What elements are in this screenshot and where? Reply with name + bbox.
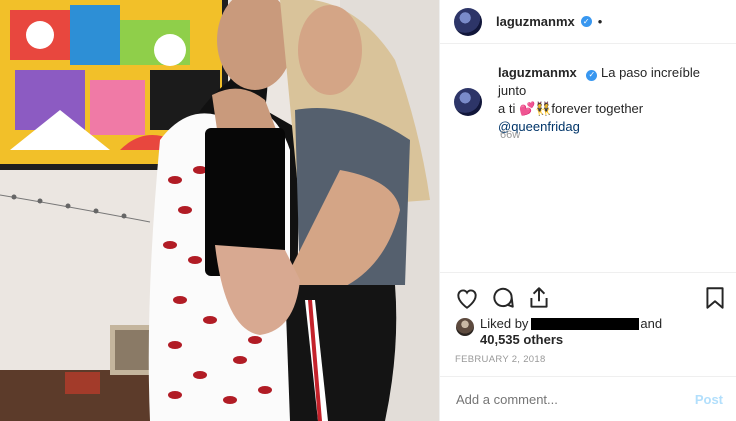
action-section: Liked by and 40,535 others FEBRUARY 2, 20… [440, 272, 736, 365]
comment-bar: Post [440, 376, 736, 421]
liked-by-text: Liked by and 40,535 others [480, 316, 662, 348]
caption-verified-badge-icon: ✓ [586, 69, 598, 81]
post-caption: laguzmanmx ✓ La paso increíble junto a t… [454, 64, 730, 136]
post-date: FEBRUARY 2, 2018 [455, 354, 546, 365]
likes-count[interactable]: 40,535 others [480, 332, 563, 347]
likes-summary: Liked by and 40,535 others [456, 316, 662, 348]
comment-icon[interactable] [490, 285, 516, 311]
caption-text-line2-prefix: a ti [498, 101, 519, 116]
caption-author-avatar[interactable] [454, 88, 482, 116]
photo-illustration [0, 0, 439, 421]
redacted-username [531, 317, 640, 330]
liked-by-prefix: Liked by [480, 316, 529, 331]
author-avatar[interactable] [454, 7, 482, 36]
caption-username[interactable]: laguzmanmx [498, 65, 577, 80]
caption-body: laguzmanmx ✓ La paso increíble junto a t… [498, 64, 730, 136]
caption-emojis: 💕👯 [518, 101, 552, 116]
author-username[interactable]: laguzmanmx [496, 14, 575, 29]
liked-by-suffix: and [640, 316, 663, 331]
post-details-panel: laguzmanmx ✓ • laguzmanmx ✓ La paso incr… [439, 0, 736, 421]
share-icon[interactable] [526, 285, 552, 311]
caption-text-line2-suffix: forever together [551, 101, 644, 116]
post-photo[interactable] [0, 0, 439, 421]
liker-avatar[interactable] [456, 318, 474, 336]
caption-time-ago: 66w [500, 129, 521, 141]
action-icons [454, 285, 726, 311]
heart-icon[interactable] [454, 285, 480, 311]
post-header: laguzmanmx ✓ • [440, 0, 736, 44]
post-comment-button[interactable]: Post [695, 392, 723, 407]
comment-input[interactable] [454, 390, 695, 408]
verified-badge-icon: ✓ [580, 16, 592, 27]
bookmark-icon[interactable] [702, 285, 728, 311]
header-separator: • [597, 14, 603, 29]
